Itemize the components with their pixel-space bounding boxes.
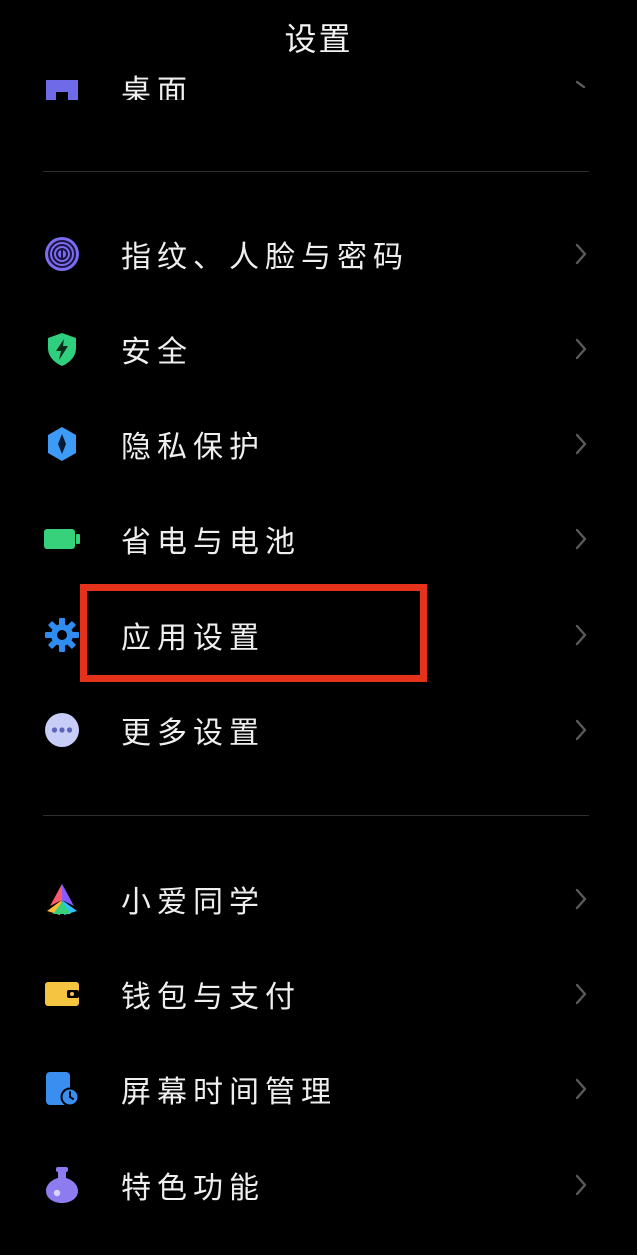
section-divider [43, 171, 589, 172]
settings-item-label: 特色功能 [121, 1171, 265, 1206]
more-dots-icon [45, 713, 79, 747]
settings-item-label: 指纹、人脸与密码 [121, 240, 409, 275]
settings-item-label: 安全 [121, 335, 193, 370]
chevron-right-icon [575, 338, 587, 360]
privacy-shield-icon [48, 427, 76, 461]
screen-time-icon [46, 1072, 80, 1107]
settings-item-fingerprint[interactable]: 指纹、人脸与密码 [0, 214, 637, 294]
chevron-right-icon [575, 243, 587, 265]
flask-icon [46, 1167, 78, 1203]
battery-icon [44, 529, 80, 549]
settings-item-more-settings[interactable]: 更多设置 [0, 690, 637, 770]
settings-item-special-features[interactable]: 特色功能 [0, 1145, 637, 1225]
wallet-icon [45, 982, 79, 1006]
settings-item-label: 桌面 [121, 74, 193, 100]
gear-icon [45, 618, 79, 652]
settings-item-desktop[interactable]: 桌面 [0, 50, 637, 110]
chevron-right-icon [575, 1078, 587, 1100]
settings-item-privacy[interactable]: 隐私保护 [0, 404, 637, 484]
settings-item-screen-time[interactable]: 屏幕时间管理 [0, 1049, 637, 1129]
settings-item-label: 隐私保护 [121, 430, 265, 465]
chevron-right-icon [575, 433, 587, 455]
chevron-right-icon [575, 719, 587, 741]
chevron-right-icon [575, 888, 587, 910]
highlight-box [80, 584, 427, 682]
settings-item-battery[interactable]: 省电与电池 [0, 499, 637, 579]
settings-item-label: 屏幕时间管理 [121, 1075, 337, 1110]
chevron-right-icon [575, 624, 587, 646]
settings-item-xiaoai[interactable]: 小爱同学 [0, 859, 637, 939]
settings-item-label: 小爱同学 [121, 885, 265, 920]
settings-item-label: 省电与电池 [121, 525, 301, 560]
settings-item-wallet[interactable]: 钱包与支付 [0, 954, 637, 1034]
fingerprint-icon [45, 237, 79, 271]
shield-bolt-icon [48, 333, 76, 366]
desktop-icon [46, 80, 78, 100]
section-divider [43, 815, 589, 816]
chevron-right-icon [575, 983, 587, 1005]
settings-item-security[interactable]: 安全 [0, 309, 637, 389]
chevron-right-icon [575, 1174, 587, 1196]
settings-item-label: 更多设置 [121, 716, 265, 751]
chevron-right-icon [575, 528, 587, 550]
xiaoai-icon [47, 884, 77, 915]
chevron-right-icon [575, 80, 586, 89]
settings-item-label: 钱包与支付 [121, 980, 301, 1015]
